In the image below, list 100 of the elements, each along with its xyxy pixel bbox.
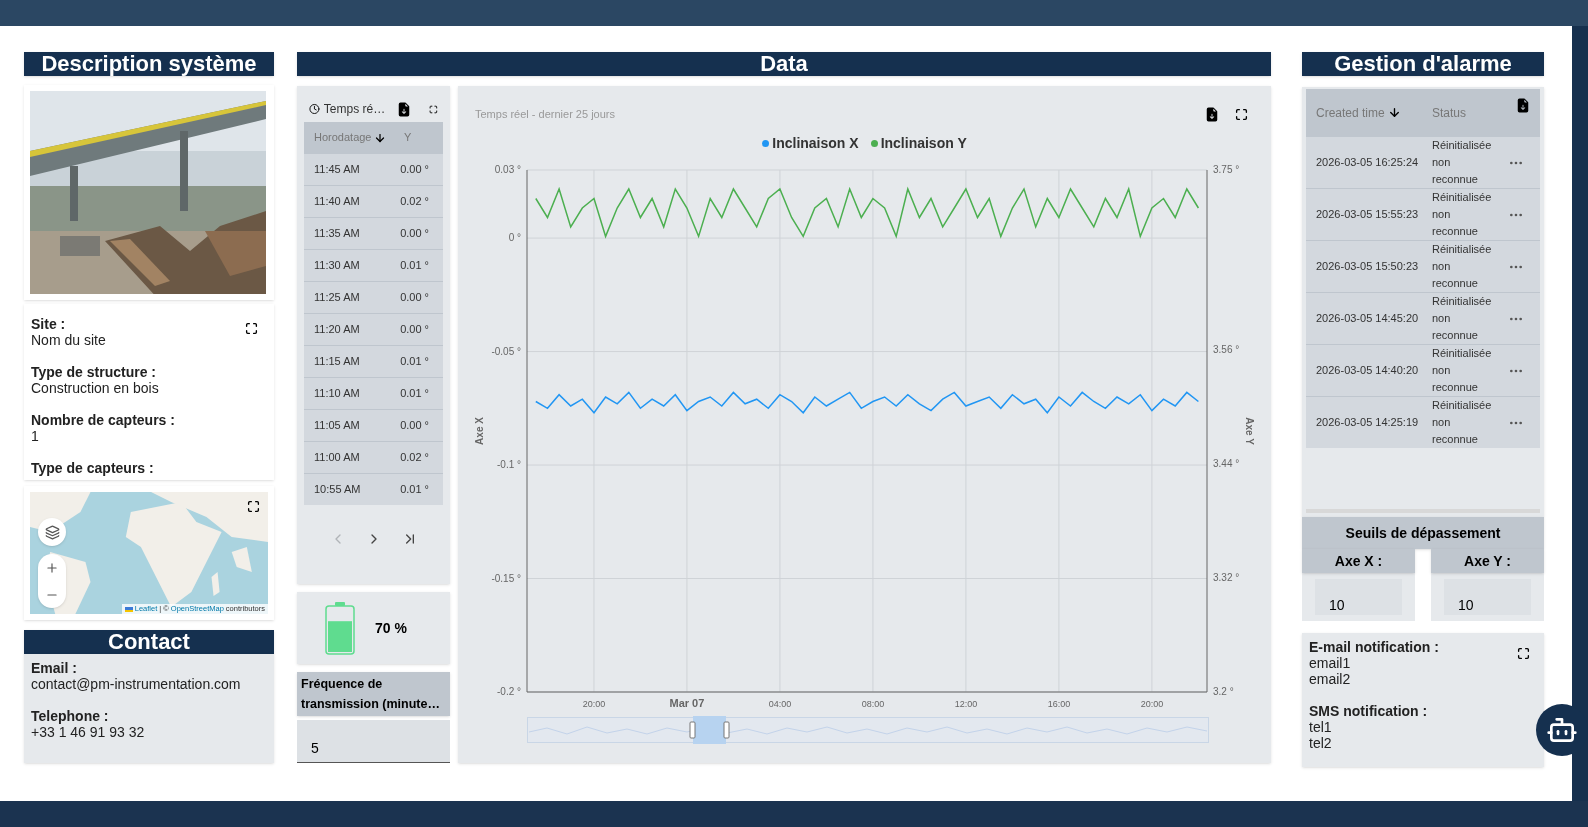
field-label: Telephone : <box>31 708 110 724</box>
table-cell-text: Réinitialisée non reconnue <box>1432 294 1493 343</box>
table-cell-text: 2026-03-05 14:40:20 <box>1316 363 1420 379</box>
table-cell-text: Réinitialisée non reconnue <box>1432 398 1493 447</box>
field-label: SMS notification : <box>1309 703 1428 719</box>
table-cell-text: 0.01 ° <box>400 354 430 370</box>
chart-title: Temps réel - dernier 25 jours <box>475 107 615 122</box>
y-tick-label: 0 ° <box>508 231 521 243</box>
table-cell-text: 11:15 AM <box>314 354 361 370</box>
y-tick-label: -0.15 ° <box>491 572 521 583</box>
table-cell-text: 11:30 AM <box>314 258 361 274</box>
battery-reading: 70 % <box>375 618 407 638</box>
table-cell-text: Réinitialisée non reconnue <box>1432 138 1493 187</box>
fullscreen-icon[interactable] <box>247 500 260 513</box>
field-value: email1 <box>1309 655 1352 671</box>
period-label[interactable]: Temps ré… <box>323 100 386 118</box>
y-tick-label: 3.44 ° <box>1213 457 1240 469</box>
table-cell-text: 2026-03-05 14:25:19 <box>1316 415 1420 431</box>
field-value: Nom du site <box>31 332 107 348</box>
threshold-field[interactable]: 10 <box>1444 579 1531 615</box>
table-cell-text: Réinitialisée non reconnue <box>1432 242 1493 291</box>
frequency-header: Fréquence de transmission (minute… <box>297 672 450 716</box>
table-cell-text: 11:25 AM <box>314 290 361 306</box>
table-cell-text: 0.00 ° <box>400 290 430 306</box>
table-cell-text: 0.01 ° <box>400 482 430 498</box>
section-header: Description système <box>24 52 274 76</box>
fullscreen-icon[interactable] <box>245 322 258 335</box>
field-label: Email : <box>31 660 78 676</box>
field-value: contact@pm-instrumentation.com <box>31 676 242 692</box>
legend-item[interactable]: Inclinaison Y <box>870 132 967 154</box>
table-cell-text: 11:35 AM <box>314 226 361 242</box>
table-cell-text: 11:05 AM <box>314 418 361 434</box>
y-tick-label: 0.03 ° <box>494 163 521 175</box>
export-file-icon[interactable] <box>1516 98 1530 113</box>
y-tick-label: 3.2 ° <box>1213 685 1234 697</box>
section-header: Contact <box>24 630 274 654</box>
fullscreen-icon[interactable] <box>1235 107 1248 121</box>
table-cell-text: 0.00 ° <box>400 226 430 242</box>
y-tick-label: 3.56 ° <box>1213 343 1240 355</box>
table-cell-text: 0.01 ° <box>400 258 430 274</box>
battery-icon <box>325 601 355 655</box>
export-file-icon[interactable] <box>397 101 412 117</box>
clock-icon <box>309 101 320 117</box>
axis-title: Axe Y <box>1244 416 1255 445</box>
table-cell-text: 2026-03-05 15:50:23 <box>1316 259 1420 275</box>
table-cell-text: 11:40 AM <box>314 194 361 210</box>
y-tick-label: -0.2 ° <box>497 685 521 697</box>
layers-icon <box>44 524 60 540</box>
x-tick-label: 08:00 <box>861 698 885 709</box>
legend-item[interactable]: Inclinaison X <box>762 132 859 154</box>
table-cell-text: 0.00 ° <box>400 322 430 338</box>
table-cell-text: Réinitialisée non reconnue <box>1432 346 1493 395</box>
sort-arrow-icon <box>373 131 386 144</box>
field-value: tel2 <box>1309 735 1333 751</box>
x-tick-label: 04:00 <box>768 698 792 709</box>
table-cell-text: 11:20 AM <box>314 322 361 338</box>
export-file-icon[interactable] <box>1205 106 1219 122</box>
table-cell-text: 10:55 AM <box>314 482 362 498</box>
field-value: +33 1 46 91 93 32 <box>31 724 146 740</box>
zoom-in-icon[interactable] <box>45 560 59 575</box>
table-cell-text: 0.00 ° <box>400 418 430 434</box>
threshold-field[interactable]: 10 <box>1315 579 1402 615</box>
threshold-header: Seuils de dépassement <box>1302 517 1544 549</box>
table-cell-text: Réinitialisée non reconnue <box>1432 190 1493 239</box>
table-cell-text: 2026-03-05 16:25:24 <box>1316 155 1420 171</box>
axis-title: Axe X <box>474 416 485 445</box>
x-tick-label: 20:00 <box>1140 698 1164 709</box>
field-value: 1 <box>31 428 40 444</box>
x-tick-label: 12:00 <box>954 698 978 709</box>
field-value: tel1 <box>1309 719 1333 735</box>
fullscreen-icon[interactable] <box>1517 647 1530 660</box>
flag-icon <box>124 606 133 612</box>
x-tick-label: 16:00 <box>1047 698 1071 709</box>
table-cell-text: 11:45 AM <box>314 162 361 178</box>
field-label: E-mail notification : <box>1309 639 1439 655</box>
table-cell-text: 0.01 ° <box>400 386 430 402</box>
field-label: Site : <box>31 316 66 332</box>
table-cell-text: 0.02 ° <box>400 450 430 466</box>
y-tick-label: 3.75 ° <box>1213 163 1240 175</box>
y-tick-label: 3.32 ° <box>1213 571 1240 583</box>
y-tick-label: -0.1 ° <box>497 458 521 470</box>
section-header: Gestion d'alarme <box>1302 52 1544 76</box>
axis-label: Axe X : <box>1302 549 1415 573</box>
field-value: email2 <box>1309 671 1352 687</box>
table-cell-text: 11:10 AM <box>314 386 361 402</box>
table-cell-text: 2026-03-05 15:55:23 <box>1316 207 1420 223</box>
field-label: Type de structure : <box>31 364 156 380</box>
table-cell-text: 0.00 ° <box>400 162 430 178</box>
frequency-field[interactable]: 5 <box>297 720 450 763</box>
table-cell-text: 2026-03-05 14:45:20 <box>1316 311 1420 327</box>
sort-arrow-icon <box>1387 106 1401 119</box>
table-cell-text: 11:00 AM <box>314 450 361 466</box>
section-header: Data <box>297 52 1271 76</box>
axis-label: Axe Y : <box>1431 549 1544 573</box>
x-tick-label: 20:00 <box>582 698 606 709</box>
table-cell-text: 0.02 ° <box>400 194 430 210</box>
x-tick-label: Mar 07 <box>669 696 705 709</box>
y-tick-label: -0.05 ° <box>491 345 521 357</box>
field-label: Type de capteurs : <box>31 460 154 476</box>
field-value: Construction en bois <box>31 380 160 396</box>
